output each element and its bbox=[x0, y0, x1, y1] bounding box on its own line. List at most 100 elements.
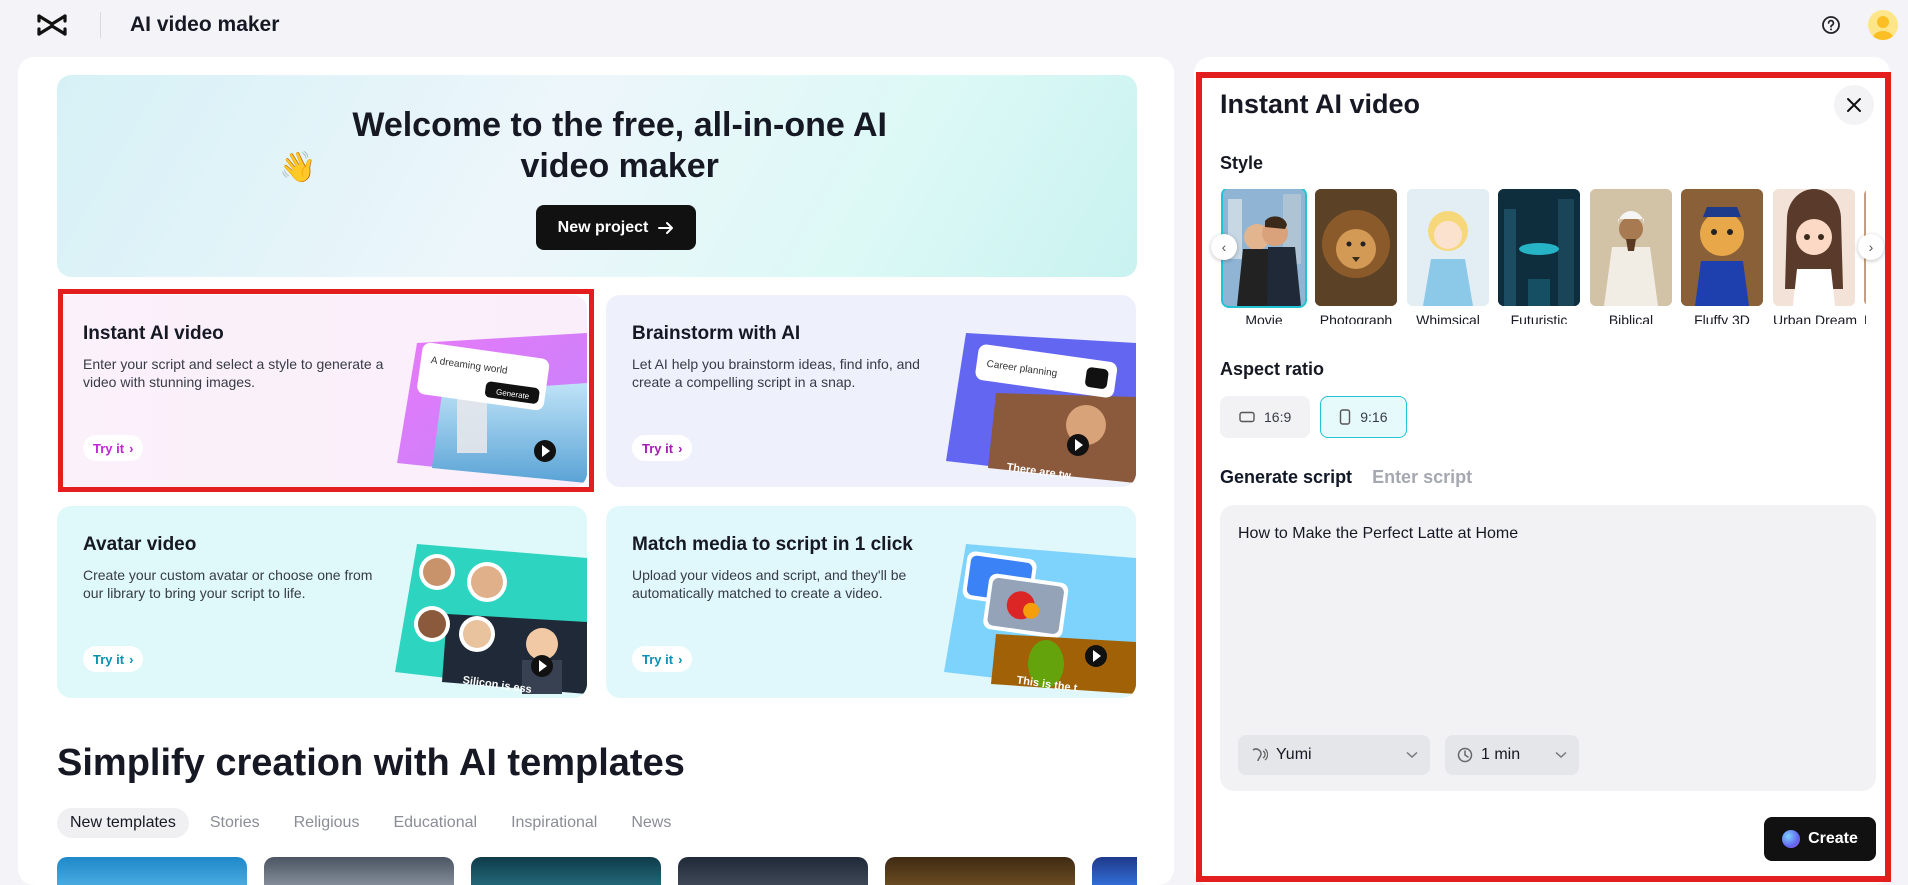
style-thumbnail bbox=[1315, 189, 1397, 306]
capcut-logo-icon[interactable] bbox=[36, 12, 68, 38]
template-tabs: New templates Stories Religious Educatio… bbox=[57, 808, 684, 838]
tab-religious[interactable]: Religious bbox=[281, 808, 373, 838]
style-futuristic[interactable]: Futuristic bbox=[1498, 189, 1580, 324]
carousel-prev-button[interactable]: ‹ bbox=[1211, 234, 1237, 260]
style-urban-dream[interactable]: Urban Dream bbox=[1773, 189, 1858, 324]
style-movie[interactable]: Movie bbox=[1221, 189, 1307, 324]
arrow-right-icon bbox=[658, 221, 674, 234]
style-thumbnail bbox=[1681, 189, 1763, 306]
template-thumbnail[interactable] bbox=[264, 857, 454, 885]
match-media-illustration: This is the t bbox=[944, 544, 1136, 694]
try-it-button[interactable]: Try it › bbox=[632, 646, 693, 672]
waving-hand-emoji: 👋 bbox=[279, 151, 317, 184]
style-whimsical[interactable]: Whimsical bbox=[1407, 189, 1489, 324]
style-thumbnail bbox=[1498, 189, 1580, 306]
tab-stories[interactable]: Stories bbox=[197, 808, 273, 838]
card-title: Match media to script in 1 click bbox=[632, 534, 913, 555]
style-name: Futuristic bbox=[1510, 312, 1568, 324]
landscape-icon bbox=[1239, 411, 1255, 423]
ratio-label: 16:9 bbox=[1264, 409, 1292, 425]
help-icon[interactable] bbox=[1820, 14, 1842, 36]
aspect-ratio-options: 16:9 9:16 bbox=[1220, 396, 1407, 438]
duration-select[interactable]: 1 min bbox=[1445, 735, 1579, 775]
header-divider bbox=[100, 12, 101, 38]
card-match-media-to-script[interactable]: Match media to script in 1 click Upload … bbox=[606, 506, 1136, 698]
hero-title-text: Welcome to the free, all-in-one AI video… bbox=[352, 106, 887, 185]
try-it-button[interactable]: Try it › bbox=[632, 435, 693, 461]
card-description: Let AI help you brainstorm ideas, find i… bbox=[632, 356, 920, 390]
ratio-label: 9:16 bbox=[1360, 409, 1388, 425]
whimsical-style-art bbox=[1407, 189, 1489, 306]
tab-news[interactable]: News bbox=[618, 808, 684, 838]
chevron-down-icon bbox=[1406, 751, 1418, 759]
script-input-area[interactable]: How to Make the Perfect Latte at Home Yu… bbox=[1220, 505, 1876, 791]
style-name: Movie bbox=[1245, 312, 1283, 324]
tab-generate-script[interactable]: Generate script bbox=[1220, 467, 1352, 488]
template-thumbnail[interactable] bbox=[678, 857, 868, 885]
biblical-style-art bbox=[1590, 189, 1672, 306]
style-photograph[interactable]: Photograph bbox=[1315, 189, 1397, 324]
main-content: 👋 Welcome to the free, all-in-one AI vide… bbox=[18, 57, 1174, 885]
portrait-icon bbox=[1340, 409, 1351, 425]
template-thumbnail[interactable] bbox=[885, 857, 1075, 885]
hero-title: 👋 Welcome to the free, all-in-one AI vide… bbox=[57, 105, 1137, 188]
chevron-left-icon: ‹ bbox=[1221, 239, 1227, 255]
style-carousel: Movie Photograph Whimsical Futuristic Bi… bbox=[1220, 189, 1866, 324]
futuristic-style-art bbox=[1498, 189, 1580, 306]
app-title: AI video maker bbox=[130, 13, 280, 36]
fluffy-3d-style-art bbox=[1681, 189, 1763, 306]
chevron-right-icon: › bbox=[678, 651, 683, 667]
template-thumbnail[interactable] bbox=[57, 857, 247, 885]
style-name: Photograph bbox=[1319, 312, 1393, 324]
style-thumbnail bbox=[1407, 189, 1489, 306]
card-avatar-video[interactable]: Avatar video Create your custom avatar o… bbox=[57, 506, 587, 698]
aspect-ratio-label: Aspect ratio bbox=[1220, 359, 1325, 379]
chevron-down-icon bbox=[1555, 751, 1567, 759]
script-topic-text[interactable]: How to Make the Perfect Latte at Home bbox=[1238, 525, 1518, 543]
card-brainstorm-with-ai[interactable]: Brainstorm with AI Let AI help you brain… bbox=[606, 295, 1136, 487]
new-project-button[interactable]: New project bbox=[536, 205, 696, 250]
style-thumbnail bbox=[1590, 189, 1672, 306]
ratio-16-9-button[interactable]: 16:9 bbox=[1220, 396, 1311, 438]
ratio-9-16-button[interactable]: 9:16 bbox=[1320, 396, 1407, 438]
chevron-right-icon: › bbox=[1868, 239, 1874, 255]
tab-inspirational[interactable]: Inspirational bbox=[498, 808, 610, 838]
voice-select[interactable]: Yumi bbox=[1238, 735, 1430, 775]
try-it-button[interactable]: Try it › bbox=[83, 646, 144, 672]
create-button[interactable]: Create bbox=[1764, 817, 1876, 861]
highlight-frame-instant-video-card bbox=[58, 289, 594, 492]
try-it-label: Try it bbox=[93, 651, 125, 667]
template-thumbnail[interactable] bbox=[1092, 857, 1137, 885]
top-bar: AI video maker bbox=[0, 0, 1908, 50]
new-project-label: New project bbox=[557, 218, 649, 236]
style-thumbnail bbox=[1773, 189, 1855, 306]
style-label: Style bbox=[1220, 153, 1264, 173]
user-avatar-icon bbox=[1872, 16, 1894, 40]
voice-value: Yumi bbox=[1276, 746, 1312, 763]
chevron-right-icon: › bbox=[678, 440, 683, 456]
duration-value: 1 min bbox=[1481, 746, 1521, 763]
templates-section-title: Simplify creation with AI templates bbox=[57, 742, 685, 784]
try-it-label: Try it bbox=[642, 651, 674, 667]
style-name: Biblical bbox=[1608, 312, 1654, 324]
create-label: Create bbox=[1808, 830, 1858, 847]
chevron-right-icon: › bbox=[129, 651, 134, 667]
style-biblical[interactable]: Biblical bbox=[1590, 189, 1672, 324]
brainstorm-illustration: Career planning There are tw bbox=[946, 333, 1136, 483]
avatar-illustration: Silicon is ess bbox=[395, 544, 587, 694]
carousel-next-button[interactable]: › bbox=[1858, 234, 1884, 260]
template-thumbnail[interactable] bbox=[471, 857, 661, 885]
tab-enter-script[interactable]: Enter script bbox=[1372, 467, 1472, 488]
close-button[interactable] bbox=[1834, 85, 1874, 125]
tab-new-templates[interactable]: New templates bbox=[57, 808, 189, 838]
style-name: Urban Dream bbox=[1773, 312, 1858, 324]
try-it-label: Try it bbox=[642, 440, 674, 456]
template-thumbnails bbox=[57, 857, 1137, 885]
ai-sparkle-icon bbox=[1782, 830, 1801, 848]
script-mode-tabs: Generate script Enter script bbox=[1220, 467, 1472, 488]
style-fluffy-3d[interactable]: Fluffy 3D bbox=[1681, 189, 1763, 324]
close-icon bbox=[1847, 98, 1861, 112]
card-title: Avatar video bbox=[83, 534, 197, 555]
tab-educational[interactable]: Educational bbox=[380, 808, 490, 838]
user-avatar[interactable] bbox=[1868, 10, 1898, 40]
